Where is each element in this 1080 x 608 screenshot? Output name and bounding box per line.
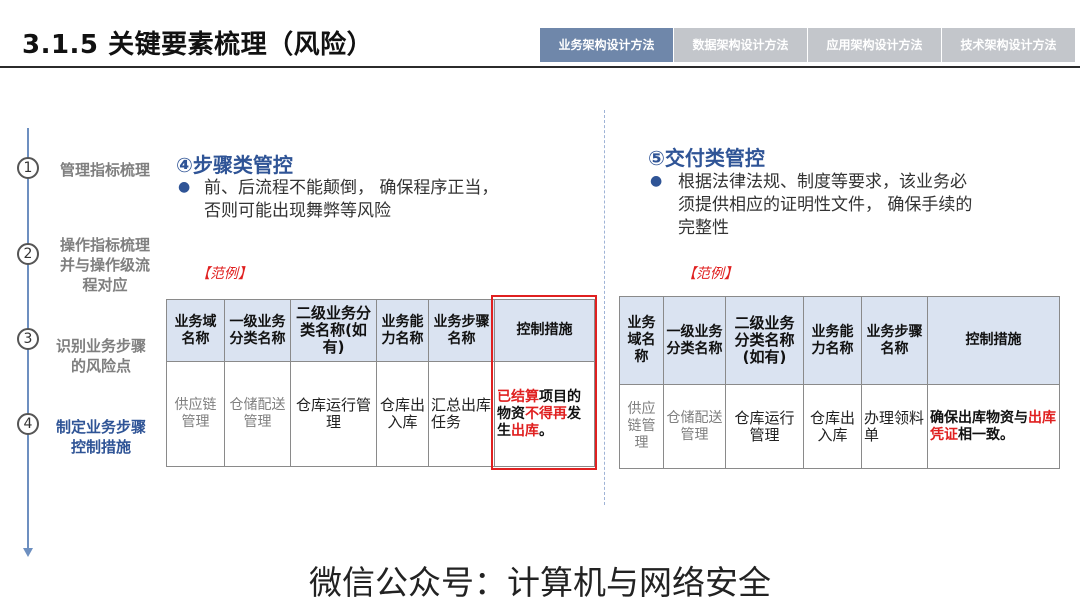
step-control-text-line1: 前、后流程不能颠倒， 确保程序正当， <box>204 178 499 198</box>
step-control-title: ④步骤类管控 <box>176 153 293 177</box>
delivery-control-text-line2: 须提供相应的证明性文件， 确保手续的 <box>678 195 973 215</box>
header-divider <box>0 66 1080 68</box>
bullet-icon: ● <box>650 173 663 189</box>
header-capability: 业务能力名称 <box>376 299 429 362</box>
measure-part-1: 确保出库物资与 <box>930 409 1028 426</box>
footer-watermark: 微信公众号：计算机与网络安全 <box>309 563 771 602</box>
cell-measure: 确保出库物资与出库凭证相一致。 <box>927 384 1060 469</box>
example-label: 【范例】 <box>682 266 738 282</box>
measure-highlight-box <box>491 295 597 470</box>
cell-capability: 仓库出入库 <box>803 384 862 469</box>
tab-data-architecture[interactable]: 数据架构设计方法 <box>674 28 807 62</box>
header-level1: 一级业务分类名称 <box>663 296 726 385</box>
step-3-circle: 3 <box>17 328 39 350</box>
table-header-row: 业务域名称 一级业务分类名称 二级业务分类名称(如有) 业务能力名称 业务步骤名… <box>619 296 1060 385</box>
header-level2: 二级业务分类名称(如有) <box>290 299 377 362</box>
delivery-control-title: ⑤交付类管控 <box>648 146 765 170</box>
cell-level1: 仓储配送管理 <box>224 361 291 467</box>
delivery-control-text-line1: 根据法律法规、制度等要求，该业务必 <box>678 172 967 192</box>
delivery-control-text-line3: 完整性 <box>678 218 729 238</box>
header-level1: 一级业务分类名称 <box>224 299 291 362</box>
tab-application-architecture[interactable]: 应用架构设计方法 <box>808 28 941 62</box>
page-title: 3.1.5 关键要素梳理（风险） <box>22 30 374 60</box>
cell-level2: 仓库运行管理 <box>290 361 377 467</box>
cell-level2: 仓库运行管理 <box>725 384 804 469</box>
step-1-circle: 1 <box>17 157 39 179</box>
step-4-label: 制定业务步骤控制措施 <box>55 418 146 456</box>
cell-capability: 仓库出入库 <box>376 361 429 467</box>
method-tabs: 业务架构设计方法 数据架构设计方法 应用架构设计方法 技术架构设计方法 <box>540 28 1076 62</box>
step-2-circle: 2 <box>17 243 39 265</box>
example-label: 【范例】 <box>196 266 252 282</box>
cell-domain: 供应链管理 <box>166 361 225 467</box>
bullet-icon: ● <box>178 179 191 195</box>
cell-step: 办理领料单 <box>861 384 928 469</box>
step-4-circle: 4 <box>17 413 39 435</box>
cell-level1: 仓储配送管理 <box>663 384 726 469</box>
section-divider <box>604 110 605 505</box>
table-row: 供应链管理 仓储配送管理 仓库运行管理 仓库出入库 办理领料单 确保出库物资与出… <box>619 384 1060 469</box>
delivery-control-table: 业务域名称 一级业务分类名称 二级业务分类名称(如有) 业务能力名称 业务步骤名… <box>619 296 1060 469</box>
header-step: 业务步骤名称 <box>861 296 928 385</box>
tab-technology-architecture[interactable]: 技术架构设计方法 <box>942 28 1075 62</box>
header-domain: 业务域名称 <box>619 296 664 385</box>
header-domain: 业务域名称 <box>166 299 225 362</box>
step-3-label: 识别业务步骤的风险点 <box>55 337 146 375</box>
cell-step: 汇总出库任务 <box>428 361 495 467</box>
header-level2: 二级业务分类名称(如有) <box>725 296 804 385</box>
tab-business-architecture[interactable]: 业务架构设计方法 <box>540 28 673 62</box>
step-2-label: 操作指标梳理并与操作级流程对应 <box>59 236 150 294</box>
measure-part-3: 相一致。 <box>958 426 1014 443</box>
step-1-label: 管理指标梳理 <box>59 161 150 179</box>
header-capability: 业务能力名称 <box>803 296 862 385</box>
header-step: 业务步骤名称 <box>428 299 495 362</box>
cell-domain: 供应链管理 <box>619 384 664 469</box>
step-control-text-line2: 否则可能出现舞弊等风险 <box>204 201 391 221</box>
header-measure: 控制措施 <box>927 296 1060 385</box>
